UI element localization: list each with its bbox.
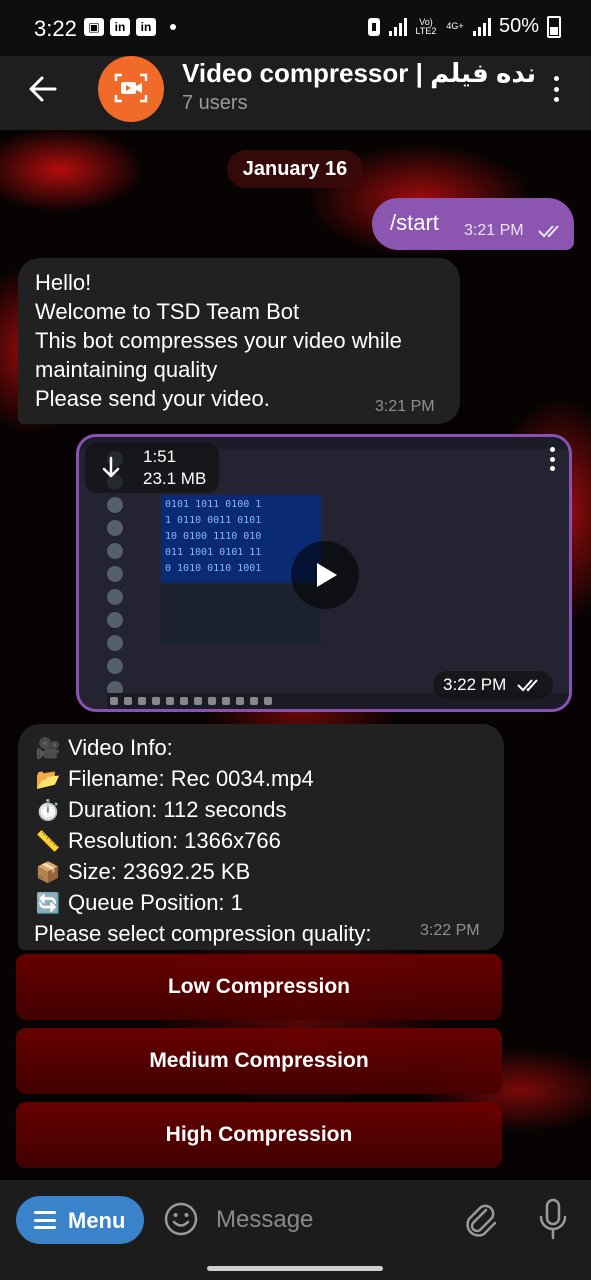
linkedin-icon-2: in	[136, 18, 156, 36]
member-count: 7 users	[182, 92, 248, 114]
play-button[interactable]	[291, 541, 359, 609]
double-check-icon	[517, 679, 538, 692]
avatar[interactable]	[98, 56, 164, 122]
medium-compression-button[interactable]: Medium Compression	[16, 1028, 502, 1094]
chat-title[interactable]: Video compressor | نده فیلم	[182, 58, 537, 89]
notification-icons: ▣ in in	[84, 18, 176, 36]
info-row: 📂 Filename: Rec 0034.mp4	[34, 764, 372, 795]
folder-icon: 📂	[35, 769, 61, 791]
video-time: 3:22 PM	[433, 671, 553, 699]
message-text: Hello! Welcome to TSD Team Bot This bot …	[35, 270, 402, 411]
home-indicator[interactable]	[207, 1266, 383, 1271]
back-arrow-icon[interactable]	[28, 74, 58, 104]
low-compression-button[interactable]: Low Compression	[16, 954, 502, 1020]
signal-icon-2	[472, 17, 491, 36]
message-text: 🎥 Video Info: 📂 Filename: Rec 0034.mp4 ⏱️ D…	[34, 733, 372, 948]
play-icon	[317, 563, 337, 587]
battery-percent: 50%	[498, 15, 539, 37]
video-size: 23.1 MB	[143, 469, 207, 488]
more-notifications-icon	[170, 24, 176, 30]
vpn-key-icon	[367, 17, 380, 36]
info-row: 📦 Size: 23692.25 KB	[34, 857, 372, 888]
battery-icon	[547, 15, 561, 38]
message-time: 3:22 PM	[443, 675, 507, 694]
video-compress-icon	[114, 73, 148, 103]
movie-camera-icon: 🎥	[35, 738, 61, 760]
menu-label: Menu	[68, 1208, 126, 1233]
status-right: Vo) LTE2 4G+ 50%	[367, 15, 561, 38]
microphone-icon[interactable]	[538, 1198, 568, 1240]
message-text: /start	[390, 210, 439, 235]
info-row: 📏 Resolution: 1366x766	[34, 826, 372, 857]
attach-icon[interactable]	[462, 1200, 498, 1240]
date-separator: January 16	[227, 150, 363, 188]
video-meta[interactable]: 1:51 23.1 MB	[85, 443, 219, 493]
status-time: 3:22	[34, 16, 77, 41]
network-label: Vo) LTE2	[415, 16, 437, 36]
info-row: ⏱️ Duration: 112 seconds	[34, 795, 372, 826]
status-bar: 3:22 ▣ in in Vo) LTE2 4G+ 50%	[0, 0, 591, 56]
package-icon: 📦	[35, 862, 61, 884]
stopwatch-icon: ⏱️	[35, 800, 61, 822]
ruler-icon: 📏	[35, 831, 61, 853]
signal-icon	[388, 17, 407, 36]
message-composer: Menu	[0, 1180, 591, 1280]
more-options-icon[interactable]	[553, 76, 559, 102]
high-compression-button[interactable]: High Compression	[16, 1102, 502, 1168]
refresh-icon: 🔄	[35, 893, 61, 915]
download-icon[interactable]	[101, 455, 121, 481]
hamburger-icon	[34, 1211, 56, 1229]
menu-button[interactable]: Menu	[16, 1196, 144, 1244]
outgoing-message[interactable]: /start 3:21 PM	[372, 198, 574, 250]
linkedin-icon: in	[110, 18, 130, 36]
incoming-message[interactable]: Hello! Welcome to TSD Team Bot This bot …	[18, 258, 460, 424]
network-type: 4G+	[446, 21, 464, 31]
gallery-icon: ▣	[84, 18, 104, 36]
message-time: 3:22 PM	[420, 922, 480, 939]
emoji-icon[interactable]	[163, 1201, 199, 1237]
double-check-icon	[538, 225, 559, 238]
video-message[interactable]: 0101 1011 0100 1 1 0110 0011 0101 10 010…	[76, 434, 572, 712]
message-time: 3:21 PM	[375, 398, 435, 415]
chat-header: Video compressor | نده فیلم 7 users	[0, 56, 591, 130]
info-prompt: Please select compression quality:	[34, 921, 372, 946]
info-row: 🔄 Queue Position: 1	[34, 888, 372, 919]
chat-area[interactable]: January 16 /start 3:21 PM Hello! Welcome…	[0, 130, 591, 1180]
video-info-message[interactable]: 🎥 Video Info: 📂 Filename: Rec 0034.mp4 ⏱️ D…	[18, 724, 504, 950]
video-more-icon[interactable]	[550, 447, 555, 471]
video-duration: 1:51	[143, 447, 177, 466]
info-row: 🎥 Video Info:	[34, 733, 372, 764]
message-time: 3:21 PM	[464, 222, 524, 239]
message-input[interactable]	[216, 1200, 436, 1240]
